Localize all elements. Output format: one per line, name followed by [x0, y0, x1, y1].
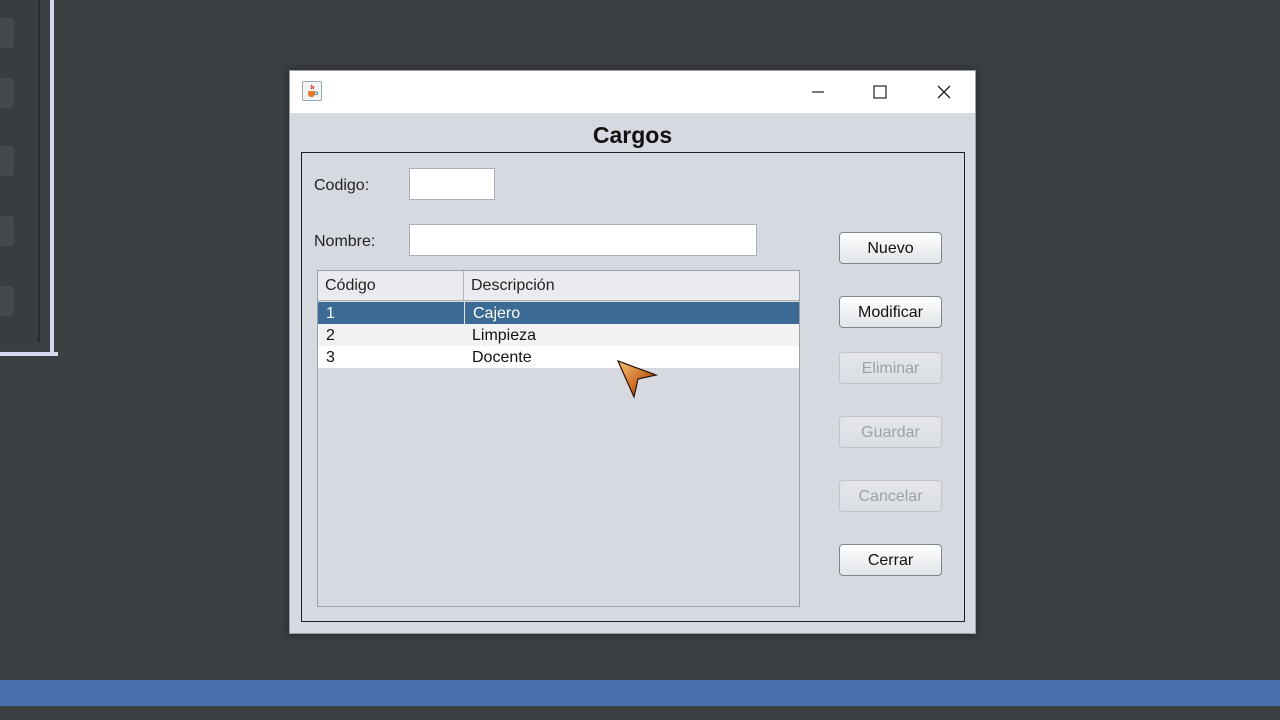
cargos-window: Cargos Codigo: Nombre: Código Descripció…: [289, 70, 976, 634]
column-header-descripcion[interactable]: Descripción: [464, 271, 799, 300]
nuevo-button[interactable]: Nuevo: [839, 232, 942, 264]
background-ide-tool-button: [0, 146, 14, 176]
background-bottom-strip: [0, 706, 1280, 720]
minimize-button[interactable]: [787, 71, 849, 113]
title-bar[interactable]: [290, 71, 975, 113]
table-header: Código Descripción: [318, 271, 799, 301]
cerrar-button[interactable]: Cerrar: [839, 544, 942, 576]
column-header-codigo[interactable]: Código: [318, 271, 464, 300]
maximize-icon: [873, 85, 887, 99]
guardar-button[interactable]: Guardar: [839, 416, 942, 448]
modificar-button[interactable]: Modificar: [839, 296, 942, 328]
cell-descripcion: Cajero: [464, 302, 799, 324]
table-row[interactable]: 1 Cajero: [318, 302, 799, 324]
table-row[interactable]: 3 Docente: [318, 346, 799, 368]
nombre-label: Nombre:: [314, 233, 376, 250]
cell-codigo: 2: [326, 327, 335, 344]
cell-descripcion: Limpieza: [472, 327, 537, 344]
close-icon: [937, 85, 951, 99]
codigo-field[interactable]: [409, 168, 495, 200]
cell-codigo: 1: [326, 305, 335, 322]
background-ide-tool-button: [0, 216, 14, 246]
table-row[interactable]: 2 Limpieza: [318, 324, 799, 346]
java-cup-icon[interactable]: [302, 81, 322, 101]
background-taskbar: [0, 680, 1280, 706]
maximize-button[interactable]: [849, 71, 911, 113]
background-window-edge: [40, 0, 54, 356]
background-ide-tool-button: [0, 286, 14, 316]
eliminar-button[interactable]: Eliminar: [839, 352, 942, 384]
cancelar-button[interactable]: Cancelar: [839, 480, 942, 512]
nombre-field[interactable]: [409, 224, 757, 256]
frame-title: Cargos: [592, 122, 673, 148]
background-ide-tool-button: [0, 78, 14, 108]
minimize-icon: [812, 91, 824, 93]
cell-codigo: 3: [326, 349, 335, 366]
close-button[interactable]: [913, 71, 975, 113]
background-window-edge-bottom: [0, 352, 58, 356]
cargos-table: Código Descripción 1 Cajero 2 Limpieza 3…: [317, 270, 800, 607]
background-ide-tool-button: [0, 18, 14, 48]
background-ide-panel: [0, 0, 40, 342]
mouse-cursor-icon: [616, 359, 659, 399]
codigo-label: Codigo:: [314, 177, 370, 194]
